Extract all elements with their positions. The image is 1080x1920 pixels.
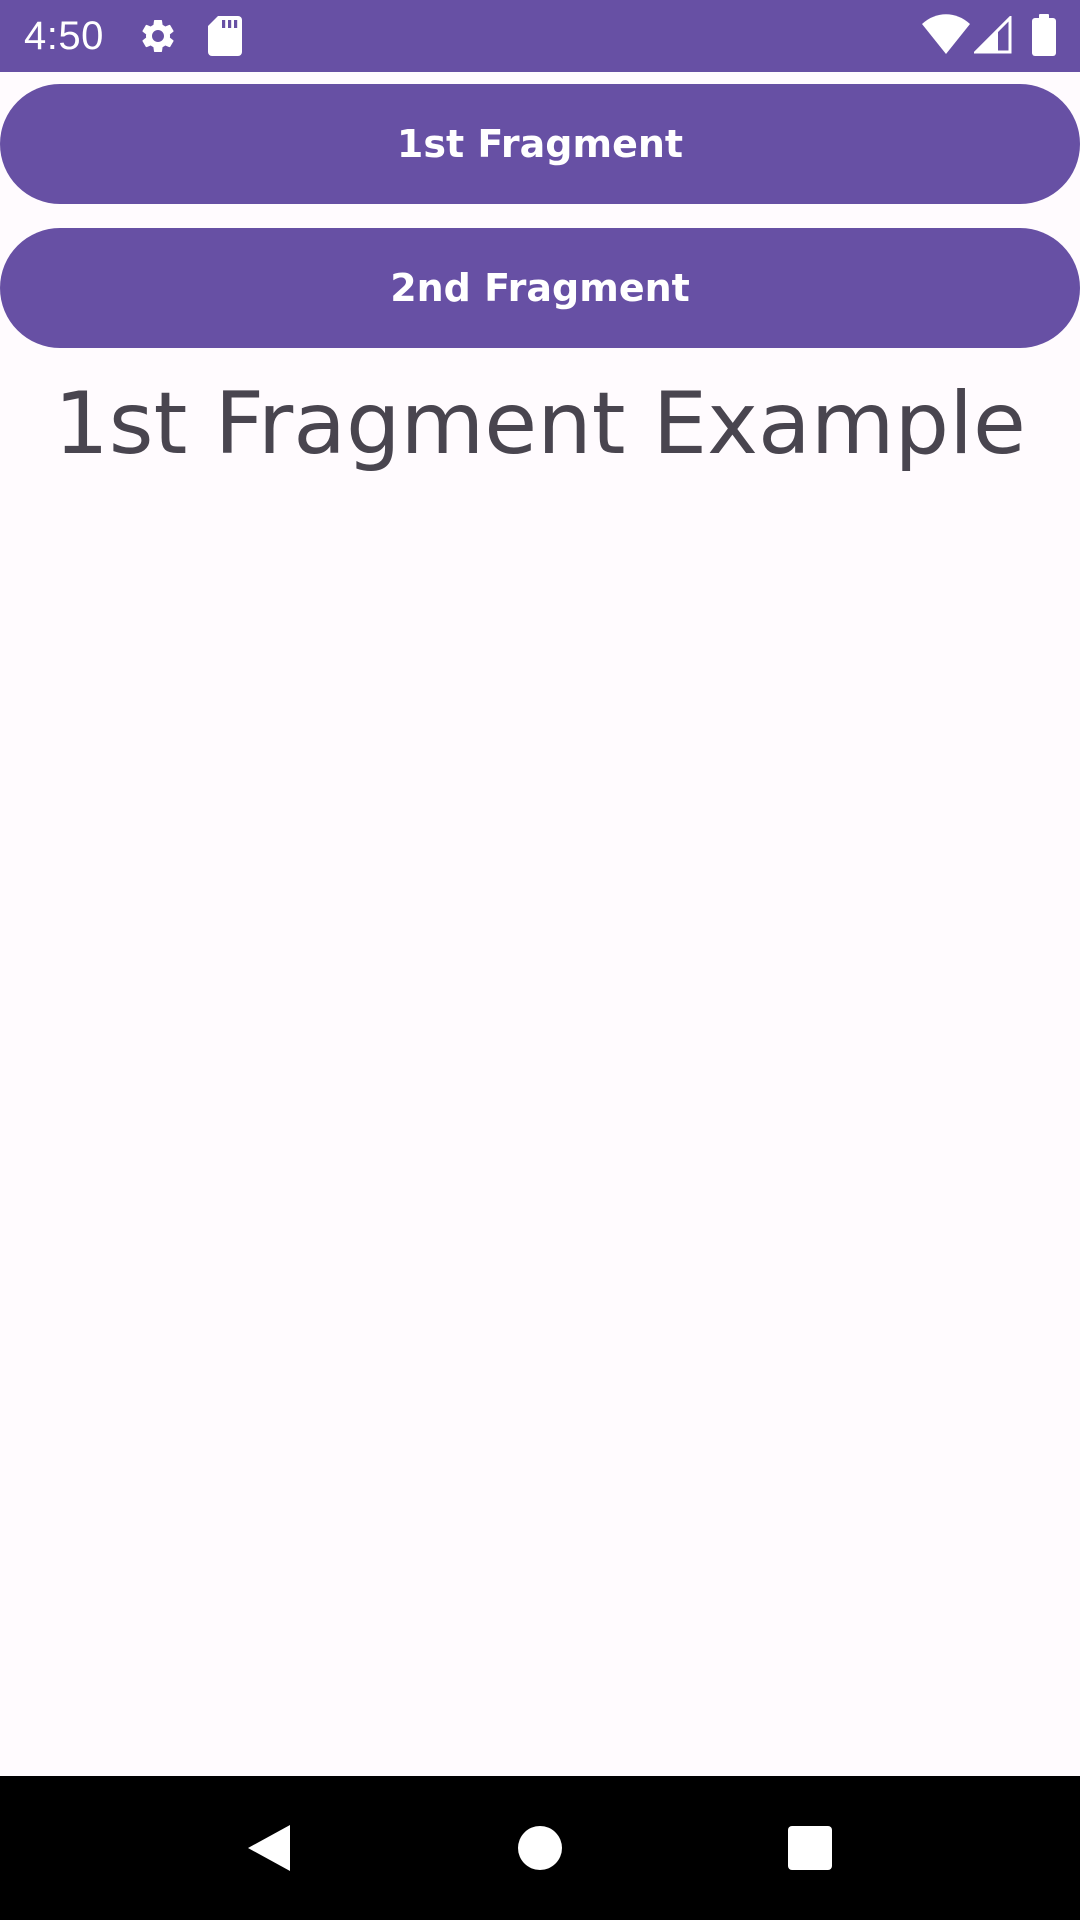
cellular-signal-icon <box>974 16 1012 54</box>
fragment-title: 1st Fragment Example <box>54 374 1026 474</box>
recents-button[interactable] <box>738 1776 882 1920</box>
battery-icon <box>1032 14 1056 56</box>
wifi-icon <box>922 14 970 54</box>
home-button[interactable] <box>468 1776 612 1920</box>
navigation-bar <box>0 1776 1080 1920</box>
first-fragment-button[interactable]: 1st Fragment <box>0 84 1080 204</box>
second-fragment-button[interactable]: 2nd Fragment <box>0 228 1080 348</box>
status-time: 4:50 <box>24 14 104 58</box>
status-bar: 4:50 <box>0 0 1080 72</box>
back-button[interactable] <box>196 1776 340 1920</box>
home-icon <box>518 1826 562 1870</box>
recents-icon <box>788 1826 832 1870</box>
sd-card-icon <box>208 16 242 56</box>
back-icon <box>248 1825 290 1871</box>
gear-icon <box>142 19 174 52</box>
